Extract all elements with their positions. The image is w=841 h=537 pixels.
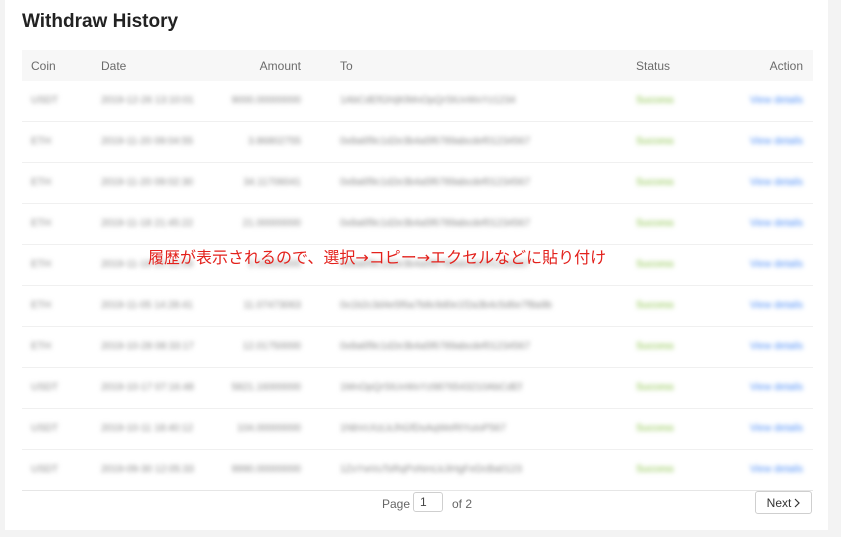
- page-label: Page: [382, 497, 411, 511]
- cell-date: 2019-11-18 21:45:22: [101, 218, 194, 229]
- cell-to-address: 0x8a6f9c1d2e3b4a5f6789abcdef01234567: [340, 177, 531, 188]
- column-header-coin: Coin: [31, 59, 56, 73]
- status-badge: Success: [636, 95, 674, 106]
- column-header-action: Action: [769, 59, 803, 73]
- cell-amount: 9990.00000000: [231, 464, 301, 475]
- view-details-link[interactable]: View details: [750, 95, 803, 106]
- cell-coin: ETH: [31, 300, 51, 311]
- table-row: USDT 2019-09-30 12:05:33 9990.00000000 1…: [22, 450, 813, 491]
- cell-coin: ETH: [31, 341, 51, 352]
- cell-to-address: 0x8a6f9c1d2e3b4a5f6789abcdef01234567: [340, 341, 531, 352]
- cell-to-address: 1NbVcXzLkJhGfDsAqWeRtYuIoP567: [340, 423, 507, 434]
- status-badge: Success: [636, 300, 674, 311]
- table-row: USDT 2019-10-11 18:40:12 104.00000000 1N…: [22, 409, 813, 450]
- cell-date: 2019-11-20 09:02:30: [101, 177, 194, 188]
- status-badge: Success: [636, 423, 674, 434]
- table-row: ETH 2019-11-20 09:02:30 34.11706041 0x8a…: [22, 163, 813, 204]
- cell-coin: USDT: [31, 95, 59, 106]
- view-details-link[interactable]: View details: [750, 177, 803, 188]
- table-row: ETH 2019-11-20 09:04:55 3.86802755 0x8a6…: [22, 122, 813, 163]
- next-button-label: Next: [766, 495, 792, 510]
- cell-coin: ETH: [31, 259, 51, 270]
- column-header-date: Date: [101, 59, 127, 73]
- cell-amount: 3.86802755: [248, 136, 301, 147]
- table-row: ETH 2019-10-28 08:33:17 12.01750000 0x8a…: [22, 327, 813, 368]
- column-header-amount: Amount: [259, 59, 301, 73]
- cell-to-address: 1MnOpQrStUvWxYz9876543210AbCdEf: [340, 382, 522, 393]
- view-details-link[interactable]: View details: [750, 136, 803, 147]
- status-badge: Success: [636, 382, 674, 393]
- view-details-link[interactable]: View details: [750, 382, 803, 393]
- page-total-label: of 2: [452, 497, 473, 511]
- annotation-note: 履歴が表示されるので、選択→コピー→エクセルなどに貼り付け: [148, 248, 607, 267]
- cell-coin: ETH: [31, 218, 51, 229]
- cell-coin: USDT: [31, 382, 59, 393]
- cell-date: 2019-09-30 12:05:33: [101, 464, 194, 475]
- cell-date: 2019-12-26 13:10:01: [101, 95, 194, 106]
- cell-to-address: 1AbCdEfGhIjKlMnOpQrStUvWxYz1234: [340, 95, 516, 106]
- cell-coin: ETH: [31, 136, 51, 147]
- cell-date: 2019-10-28 08:33:17: [101, 341, 194, 352]
- view-details-link[interactable]: View details: [750, 423, 803, 434]
- view-details-link[interactable]: View details: [750, 300, 803, 311]
- table-row: ETH 2019-11-05 14:28:41 11.07473063 0x1b…: [22, 286, 813, 327]
- table-row: USDT 2019-12-26 13:10:01 9000.00000000 1…: [22, 81, 813, 122]
- cell-coin: ETH: [31, 177, 51, 188]
- cell-date: 2019-10-11 18:40:12: [101, 423, 194, 434]
- withdraw-history-table: Coin Date Amount To Status Action USDT 2…: [22, 50, 813, 491]
- cell-amount: 21.00000000: [242, 218, 301, 229]
- view-details-link[interactable]: View details: [750, 259, 803, 270]
- cell-coin: USDT: [31, 464, 59, 475]
- status-badge: Success: [636, 464, 674, 475]
- cell-amount: 9000.00000000: [231, 95, 301, 106]
- cell-date: 2019-11-05 14:28:41: [101, 300, 194, 311]
- cell-amount: 104.00000000: [237, 423, 301, 434]
- cell-amount: 11.07473063: [243, 300, 301, 311]
- pagination: Page of 2 Next: [0, 490, 841, 516]
- table-row: ETH 2019-11-18 21:45:22 21.00000000 0x8a…: [22, 204, 813, 245]
- cell-amount: 34.11706041: [243, 177, 301, 188]
- next-page-button[interactable]: Next: [755, 491, 812, 514]
- view-details-link[interactable]: View details: [750, 464, 803, 475]
- page-number-input[interactable]: [413, 492, 443, 512]
- table-header: Coin Date Amount To Status Action: [22, 50, 813, 81]
- column-header-to: To: [340, 59, 353, 73]
- page-title: Withdraw History: [22, 11, 179, 32]
- cell-coin: USDT: [31, 423, 59, 434]
- cell-to-address: 1ZxYwVuTsRqPoNmLkJiHgFeDcBa0123: [340, 464, 522, 475]
- table-row: USDT 2019-10-17 07:16:48 5821.16000000 1…: [22, 368, 813, 409]
- status-badge: Success: [636, 341, 674, 352]
- column-header-status: Status: [636, 59, 671, 73]
- status-badge: Success: [636, 136, 674, 147]
- cell-date: 2019-10-17 07:16:48: [101, 382, 194, 393]
- cell-to-address: 0x8a6f9c1d2e3b4a5f6789abcdef01234567: [340, 136, 531, 147]
- status-badge: Success: [636, 177, 674, 188]
- cell-date: 2019-11-20 09:04:55: [101, 136, 194, 147]
- status-badge: Success: [636, 218, 674, 229]
- cell-to-address: 0x1b2c3d4e5f6a7b8c9d0e1f2a3b4c5d6e7f8a9b: [340, 300, 552, 311]
- cell-amount: 5821.16000000: [231, 382, 301, 393]
- chevron-right-icon: [794, 498, 801, 507]
- view-details-link[interactable]: View details: [750, 341, 803, 352]
- status-badge: Success: [636, 259, 674, 270]
- cell-to-address: 0x8a6f9c1d2e3b4a5f6789abcdef01234567: [340, 218, 531, 229]
- cell-amount: 12.01750000: [242, 341, 301, 352]
- view-details-link[interactable]: View details: [750, 218, 803, 229]
